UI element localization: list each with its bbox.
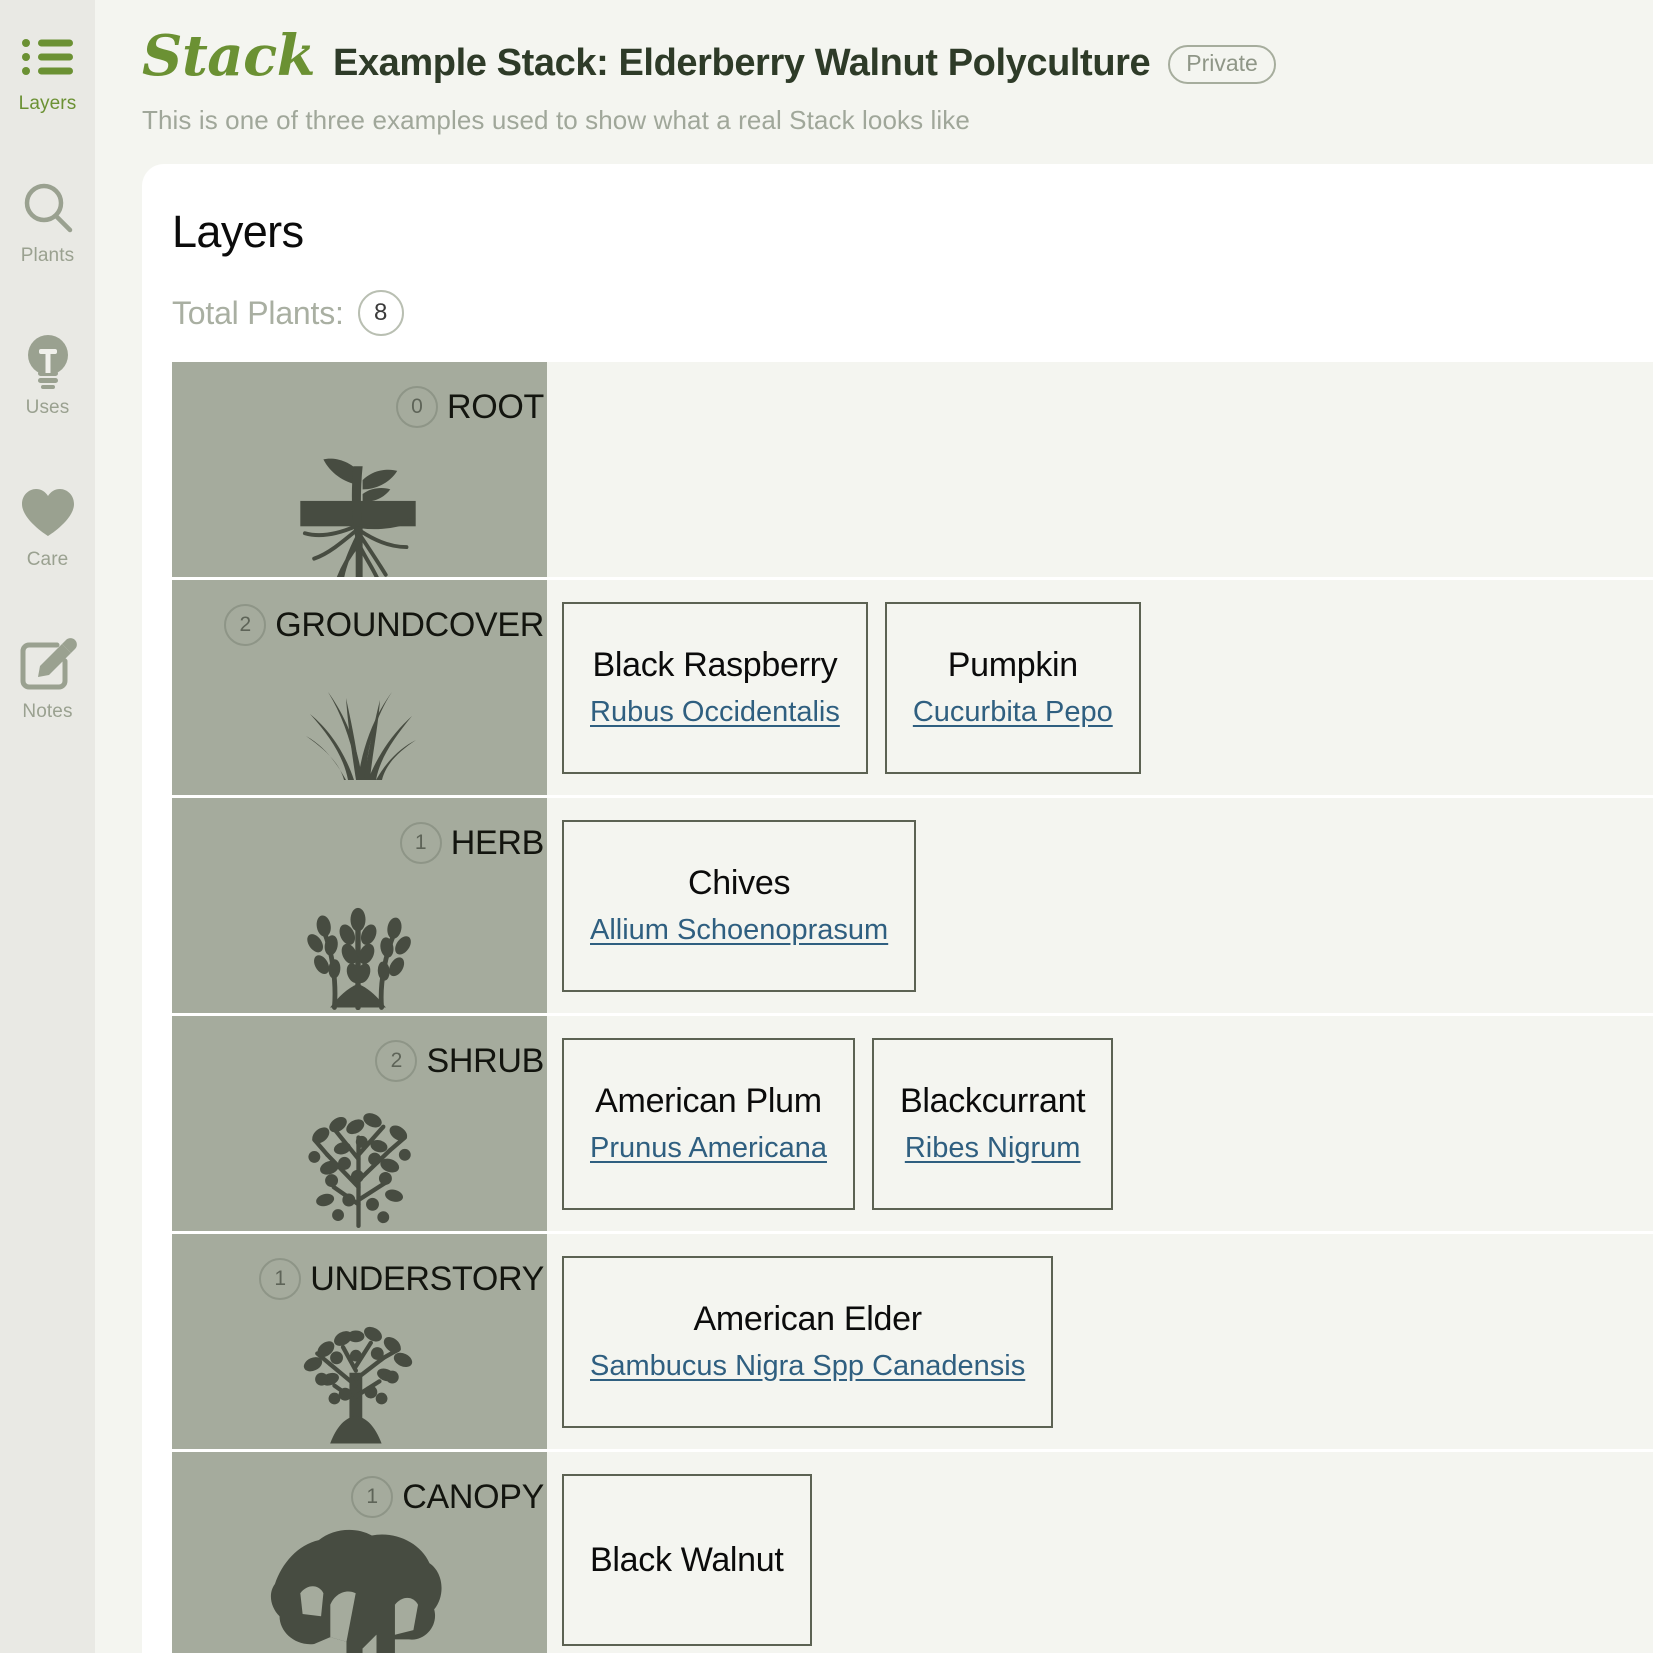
root-plant-icon [172, 428, 544, 577]
sidebar-item-label: Care [26, 549, 69, 570]
layer-tag-canopy[interactable]: 1 CANOPY [172, 1452, 547, 1653]
heart-icon [19, 482, 77, 544]
layer-tag-herb[interactable]: 1 HERB [172, 798, 547, 1013]
page-header: Stack Example Stack: Elderberry Walnut P… [95, 0, 1653, 136]
layer-tag-head: 2 SHRUB [375, 1040, 544, 1082]
layer-plants: American Plum Prunus Americana Blackcurran… [547, 1016, 1653, 1231]
plant-latin-link[interactable]: Prunus Americana [590, 1134, 827, 1163]
plant-card[interactable]: Pumpkin Cucurbita Pepo [884, 601, 1141, 774]
pencil-note-icon [19, 634, 77, 696]
layer-row: 1 HERB Chives Allium Schoenoprasum [172, 798, 1653, 1013]
layers-panel: Layers Total Plants: 8 0 ROOT 2 GROUNDCOVER… [142, 164, 1653, 1653]
plant-card[interactable]: Black Walnut [562, 1473, 812, 1646]
plant-card[interactable]: American Plum Prunus Americana [562, 1037, 855, 1210]
app-root: Layers Plants Uses Care Notes Stack Exam… [0, 0, 1653, 1653]
large-tree-icon [172, 1518, 544, 1653]
layer-plant-count: 1 [259, 1258, 302, 1300]
layer-name: GROUNDCOVER [275, 606, 544, 644]
plant-common-name: Black Raspberry [592, 646, 838, 684]
layer-plants: American Elder Sambucus Nigra Spp Canaden… [547, 1234, 1653, 1449]
layer-tag-head: 2 GROUNDCOVER [224, 604, 544, 646]
layer-name: HERB [450, 824, 545, 862]
plant-common-name: Chives [688, 864, 791, 902]
sidebar-item-plants[interactable]: Plants [0, 178, 95, 330]
sidebar-item-uses[interactable]: Uses [0, 330, 95, 482]
lightbulb-icon [22, 330, 74, 392]
layer-plants: Chives Allium Schoenoprasum [547, 798, 1653, 1013]
layer-tag-root[interactable]: 0 ROOT [172, 362, 547, 577]
plant-card[interactable]: Black Raspberry Rubus Occidentalis [562, 601, 868, 774]
total-plants-count: 8 [357, 290, 404, 336]
layer-row: 2 SHRUB American Plum Prunus Americana Black… [172, 1016, 1653, 1231]
layer-plant-count: 2 [375, 1040, 418, 1082]
shrub-icon [172, 1082, 544, 1231]
layer-row: 0 ROOT [172, 362, 1653, 577]
layer-plants [547, 362, 1653, 577]
layer-plant-count: 1 [351, 1476, 394, 1518]
layer-plants: Black Walnut [547, 1452, 1653, 1653]
sidebar-item-label: Uses [25, 397, 70, 418]
layer-name: CANOPY [402, 1478, 544, 1516]
plant-common-name: Pumpkin [947, 646, 1078, 684]
layer-tag-groundcover[interactable]: 2 GROUNDCOVER [172, 580, 547, 795]
layer-row: 1 UNDERSTORY American Elder Sambucus Nigra … [172, 1234, 1653, 1449]
plant-common-name: Blackcurrant [899, 1082, 1086, 1120]
layer-row: 1 CANOPY Black Walnut [172, 1452, 1653, 1653]
title-row: Stack Example Stack: Elderberry Walnut P… [142, 28, 1653, 88]
grass-icon [172, 646, 544, 795]
panel-title: Layers [172, 206, 304, 257]
list-icon [21, 26, 75, 88]
search-icon [20, 178, 76, 240]
plant-common-name: Black Walnut [590, 1540, 784, 1579]
page-title: Example Stack: Elderberry Walnut Polycul… [333, 42, 1151, 84]
sidebar-item-notes[interactable]: Notes [0, 634, 95, 786]
sidebar-item-label: Layers [18, 93, 77, 114]
layer-plants: Black Raspberry Rubus Occidentalis Pumpkin… [547, 580, 1653, 795]
total-plants-label: Total Plants: [172, 294, 344, 331]
layer-name: ROOT [446, 388, 544, 426]
sidebar-item-label: Plants [20, 245, 75, 266]
visibility-badge[interactable]: Private [1168, 45, 1276, 84]
layer-name: SHRUB [426, 1042, 544, 1080]
plant-latin-link[interactable]: Rubus Occidentalis [590, 698, 840, 727]
plant-latin-link[interactable]: Cucurbita Pepo [913, 698, 1113, 727]
sidebar-item-care[interactable]: Care [0, 482, 95, 634]
plant-card[interactable]: Blackcurrant Ribes Nigrum [871, 1037, 1114, 1210]
layer-list: 0 ROOT 2 GROUNDCOVER Black Raspberry Rubus Oc… [172, 362, 1653, 1653]
plant-common-name: American Elder [693, 1300, 923, 1338]
total-plants-row: Total Plants: 8 [172, 290, 1653, 336]
layer-tag-shrub[interactable]: 2 SHRUB [172, 1016, 547, 1231]
layer-name: UNDERSTORY [310, 1260, 544, 1298]
herb-icon [172, 864, 544, 1013]
plant-latin-link[interactable]: Ribes Nigrum [905, 1134, 1081, 1163]
plant-common-name: American Plum [595, 1082, 822, 1120]
layer-tag-head: 0 ROOT [395, 386, 544, 428]
sidebar-item-layers[interactable]: Layers [0, 26, 95, 178]
plant-card[interactable]: American Elder Sambucus Nigra Spp Canaden… [562, 1255, 1054, 1428]
layer-tag-understory[interactable]: 1 UNDERSTORY [172, 1234, 547, 1449]
sidebar-item-label: Notes [22, 701, 73, 722]
plant-latin-link[interactable]: Allium Schoenoprasum [590, 916, 888, 945]
layer-plant-count: 0 [395, 386, 438, 428]
brand-logo[interactable]: Stack [142, 28, 316, 84]
layer-tag-head: 1 UNDERSTORY [259, 1258, 544, 1300]
layer-plant-count: 1 [399, 822, 442, 864]
plant-latin-link[interactable]: Sambucus Nigra Spp Canadensis [590, 1352, 1025, 1381]
layer-row: 2 GROUNDCOVER Black Raspberry Rubus Occiden… [172, 580, 1653, 795]
page-subtitle: This is one of three examples used to sh… [142, 105, 970, 135]
layer-tag-head: 1 CANOPY [351, 1476, 544, 1518]
sidebar: Layers Plants Uses Care Notes [0, 0, 95, 1653]
layer-plant-count: 2 [224, 604, 267, 646]
small-tree-icon [172, 1300, 544, 1449]
layer-tag-head: 1 HERB [399, 822, 545, 864]
plant-card[interactable]: Chives Allium Schoenoprasum [562, 819, 917, 992]
main-column: Stack Example Stack: Elderberry Walnut P… [95, 0, 1653, 1653]
